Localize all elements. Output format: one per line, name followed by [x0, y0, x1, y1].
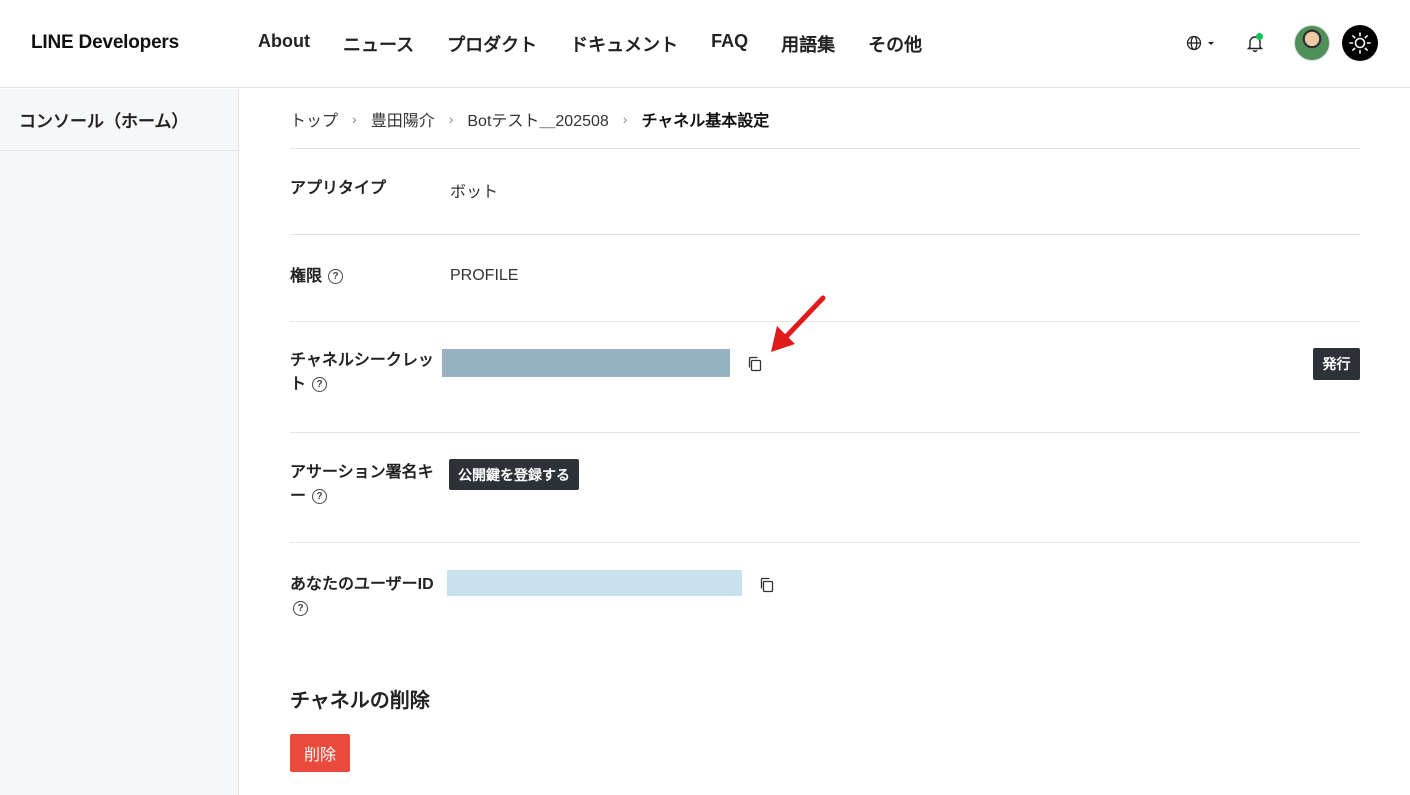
- theme-toggle-button[interactable]: [1342, 25, 1378, 61]
- notification-dot: [1256, 33, 1263, 40]
- help-icon[interactable]: ?: [312, 489, 328, 505]
- nav-glossary[interactable]: 用語集: [781, 31, 835, 57]
- help-icon[interactable]: ?: [328, 269, 344, 285]
- user-avatar[interactable]: [1294, 25, 1330, 61]
- user-id-redacted: [447, 570, 742, 596]
- delete-channel-button[interactable]: 削除: [290, 734, 350, 772]
- permission-label-group: 権限?: [290, 265, 440, 289]
- breadcrumb-provider[interactable]: 豊田陽介: [371, 107, 435, 131]
- channel-secret-label-cont: ト: [290, 376, 307, 393]
- chevron-right-icon: ›: [622, 110, 628, 127]
- app-type-row: アプリタイプ ボット: [290, 149, 1360, 235]
- breadcrumb: トップ › 豊田陽介 › Botテスト＿202508 › チャネル基本設定: [290, 89, 1360, 149]
- header-actions: [1186, 25, 1378, 61]
- nav-documents[interactable]: ドキュメント: [570, 31, 678, 57]
- main-content: トップ › 豊田陽介 › Botテスト＿202508 › チャネル基本設定 アプ…: [290, 89, 1360, 772]
- sidebar: コンソール（ホーム）: [0, 89, 239, 795]
- copy-icon[interactable]: [747, 356, 763, 372]
- nav-news[interactable]: ニュース: [343, 31, 414, 57]
- nav-faq[interactable]: FAQ: [711, 31, 748, 57]
- user-id-label: あなたのユーザーID: [290, 576, 434, 593]
- nav-about[interactable]: About: [258, 31, 310, 57]
- channel-secret-label-group: チャネルシークレッ ト?: [290, 349, 440, 397]
- sidebar-item-console-home[interactable]: コンソール（ホーム）: [0, 89, 238, 151]
- nav-more[interactable]: その他: [868, 31, 922, 57]
- app-type-value: ボット: [450, 184, 499, 201]
- help-icon[interactable]: ?: [293, 601, 308, 617]
- breadcrumb-channel[interactable]: Botテスト＿202508: [467, 107, 608, 131]
- globe-icon: [1186, 35, 1202, 51]
- channel-secret-redacted: [442, 349, 730, 377]
- chevron-right-icon: ›: [352, 110, 357, 127]
- user-id-label-group: あなたのユーザーID ?: [290, 573, 440, 621]
- assertion-key-label-group: アサーション署名キ ー?: [290, 461, 440, 509]
- sun-icon: [1349, 32, 1371, 54]
- nav-products[interactable]: プロダクト: [447, 31, 537, 57]
- channel-secret-label: チャネルシークレッ: [290, 352, 434, 369]
- top-header: LINE Developers About ニュース プロダクト ドキュメント …: [0, 0, 1410, 88]
- annotation-arrow-icon: [771, 295, 826, 352]
- issue-button[interactable]: 発行: [1313, 348, 1360, 380]
- delete-channel-heading: チャネルの削除: [290, 690, 430, 712]
- permission-label: 権限: [290, 268, 323, 285]
- register-public-key-button[interactable]: 公開鍵を登録する: [449, 459, 579, 490]
- main-nav: About ニュース プロダクト ドキュメント FAQ 用語集 その他: [258, 31, 955, 57]
- chevron-right-icon: ›: [448, 110, 454, 127]
- notification-button[interactable]: [1246, 33, 1264, 53]
- app-type-label: アプリタイプ: [290, 180, 387, 197]
- copy-icon[interactable]: [759, 577, 775, 593]
- assertion-key-label-cont: ー: [290, 488, 307, 505]
- permission-value: PROFILE: [450, 267, 519, 284]
- breadcrumb-current: チャネル基本設定: [641, 112, 770, 130]
- caret-down-icon: [1208, 42, 1214, 45]
- language-selector[interactable]: [1186, 35, 1216, 51]
- user-id-row: あなたのユーザーID ?: [290, 543, 1360, 643]
- help-icon[interactable]: ?: [312, 377, 328, 393]
- assertion-key-label: アサーション署名キ: [290, 464, 434, 481]
- site-logo[interactable]: LINE Developers: [31, 32, 179, 54]
- breadcrumb-top[interactable]: トップ: [290, 107, 338, 131]
- assertion-key-row: アサーション署名キ ー? 公開鍵を登録する: [290, 433, 1360, 543]
